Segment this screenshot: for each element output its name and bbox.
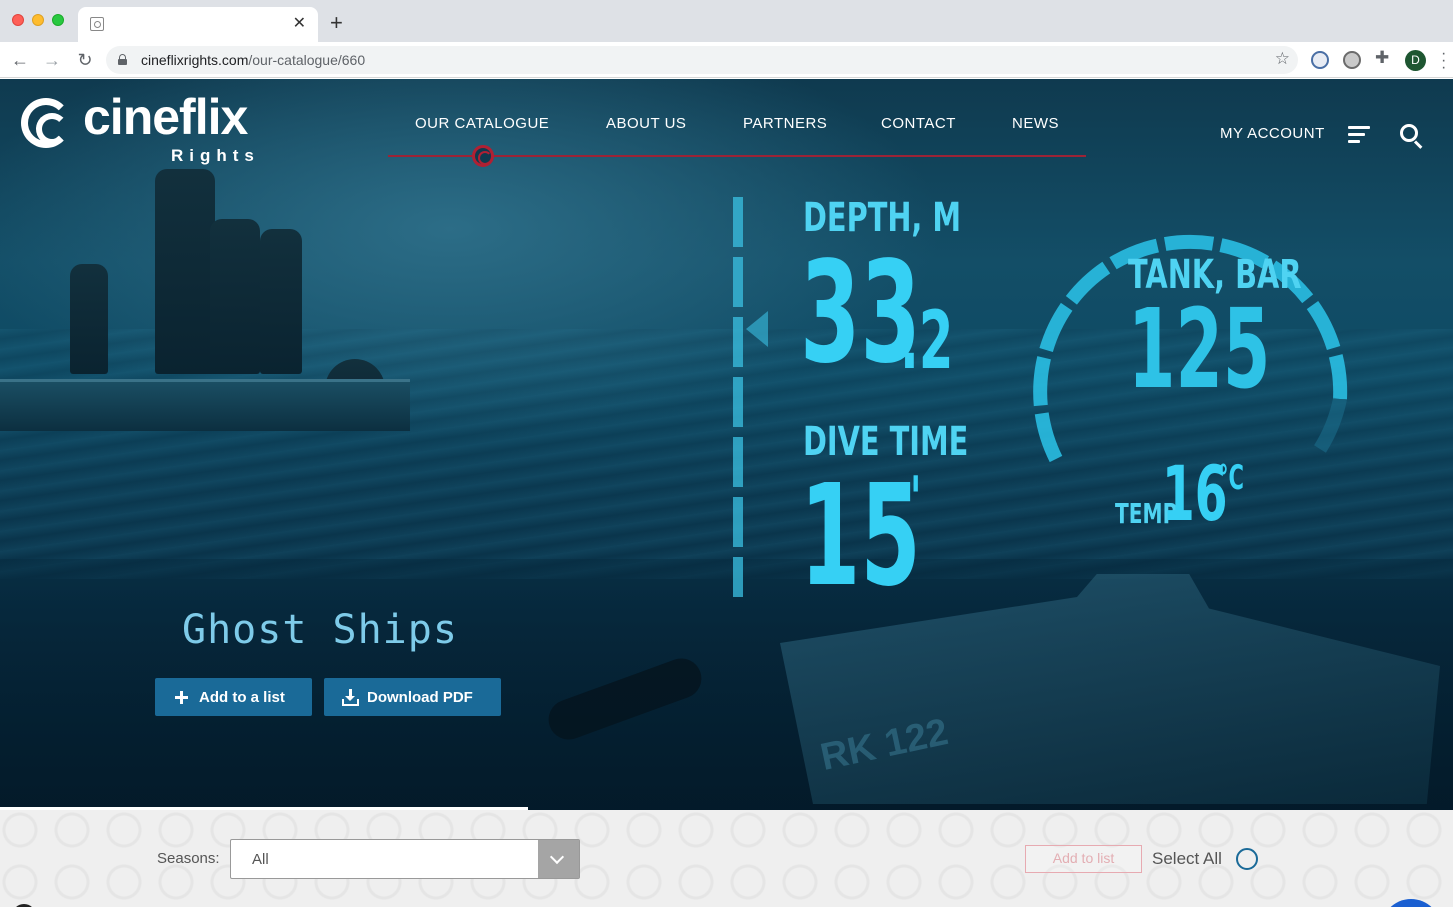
extension-grammar-icon[interactable] <box>1311 51 1329 69</box>
close-icon[interactable]: ✕ <box>293 14 306 34</box>
chevron-down-icon[interactable] <box>538 840 579 878</box>
window-zoom-button[interactable] <box>52 14 64 26</box>
dive-time-value: 15 <box>800 455 921 618</box>
download-icon <box>342 688 359 706</box>
search-icon[interactable] <box>1400 124 1424 149</box>
address-bar[interactable]: cineflixrights.com/our-catalogue/660 ☆ <box>106 46 1298 74</box>
seasons-label: Seasons: <box>157 850 220 867</box>
plus-icon <box>175 690 188 704</box>
logo-subtitle: Rights <box>171 146 260 165</box>
download-pdf-button[interactable]: Download PDF <box>324 678 501 716</box>
url-text[interactable]: cineflixrights.com/our-catalogue/660 <box>141 52 365 68</box>
nav-contact[interactable]: CONTACT <box>881 115 956 132</box>
dive-time-unit: ' <box>910 464 922 534</box>
chat-widget-icon[interactable] <box>1381 899 1441 907</box>
show-title: Ghost Ships <box>182 607 458 653</box>
tank-value: 125 <box>1128 285 1271 413</box>
menu-icon[interactable] <box>1348 126 1370 144</box>
back-icon[interactable]: ← <box>9 49 31 71</box>
browser-menu-icon[interactable]: · · · <box>1441 46 1447 76</box>
main-nav: OUR CATALOGUE ABOUT US PARTNERS CONTACT … <box>388 115 1088 167</box>
nav-news[interactable]: NEWS <box>1012 115 1059 132</box>
hud-depth-scale <box>733 197 743 597</box>
favicon-icon <box>90 17 104 31</box>
add-to-list-button[interactable]: Add to a list <box>155 678 312 716</box>
reload-icon[interactable]: ↻ <box>74 49 96 71</box>
cineflix-logo[interactable]: cineflix Rights <box>21 89 271 166</box>
seasons-select-value: All <box>252 851 269 868</box>
download-pdf-label: Download PDF <box>367 688 473 706</box>
window-close-button[interactable] <box>12 14 24 26</box>
browser-tab[interactable]: ✕ <box>78 7 318 42</box>
forward-icon[interactable]: → <box>41 49 63 71</box>
select-all-label[interactable]: Select All <box>1152 849 1222 869</box>
logo-word: cineflix <box>83 89 248 145</box>
episode-filter-bar: Seasons: All Add to list Select All <box>0 810 1453 907</box>
hero-banner: RK 122 cineflix Rights OUR CATALOGUE ABO… <box>0 79 1453 810</box>
select-all-radio[interactable] <box>1236 848 1258 870</box>
lock-icon[interactable] <box>118 54 127 65</box>
depth-decimal: .2 <box>900 294 954 387</box>
boat-deck <box>0 379 410 431</box>
browser-tab-bar: ✕ + <box>0 0 1453 42</box>
puzzle-icon[interactable]: ✚ <box>1375 48 1389 68</box>
add-to-list-disabled-button[interactable]: Add to list <box>1025 845 1142 873</box>
nav-our-catalogue[interactable]: OUR CATALOGUE <box>415 115 549 132</box>
nav-about-us[interactable]: ABOUT US <box>606 115 686 132</box>
nav-active-indicator-icon <box>472 145 494 167</box>
extension-circle-icon[interactable] <box>1343 51 1361 69</box>
add-to-list-label: Add to a list <box>199 688 285 706</box>
window-minimize-button[interactable] <box>32 14 44 26</box>
nav-partners[interactable]: PARTNERS <box>743 115 827 132</box>
new-tab-button[interactable]: + <box>330 12 343 34</box>
temp-unit: °C <box>1218 458 1245 498</box>
hud-pointer-icon <box>746 311 768 347</box>
crew-silhouettes <box>60 169 385 429</box>
star-icon[interactable]: ☆ <box>1275 49 1290 69</box>
browser-toolbar: ← → ↻ cineflixrights.com/our-catalogue/6… <box>0 42 1453 78</box>
seasons-select[interactable]: All <box>230 839 580 879</box>
profile-avatar[interactable]: D <box>1405 50 1426 71</box>
cineflix-logo-icon <box>21 98 71 148</box>
my-account-link[interactable]: MY ACCOUNT <box>1220 125 1325 142</box>
